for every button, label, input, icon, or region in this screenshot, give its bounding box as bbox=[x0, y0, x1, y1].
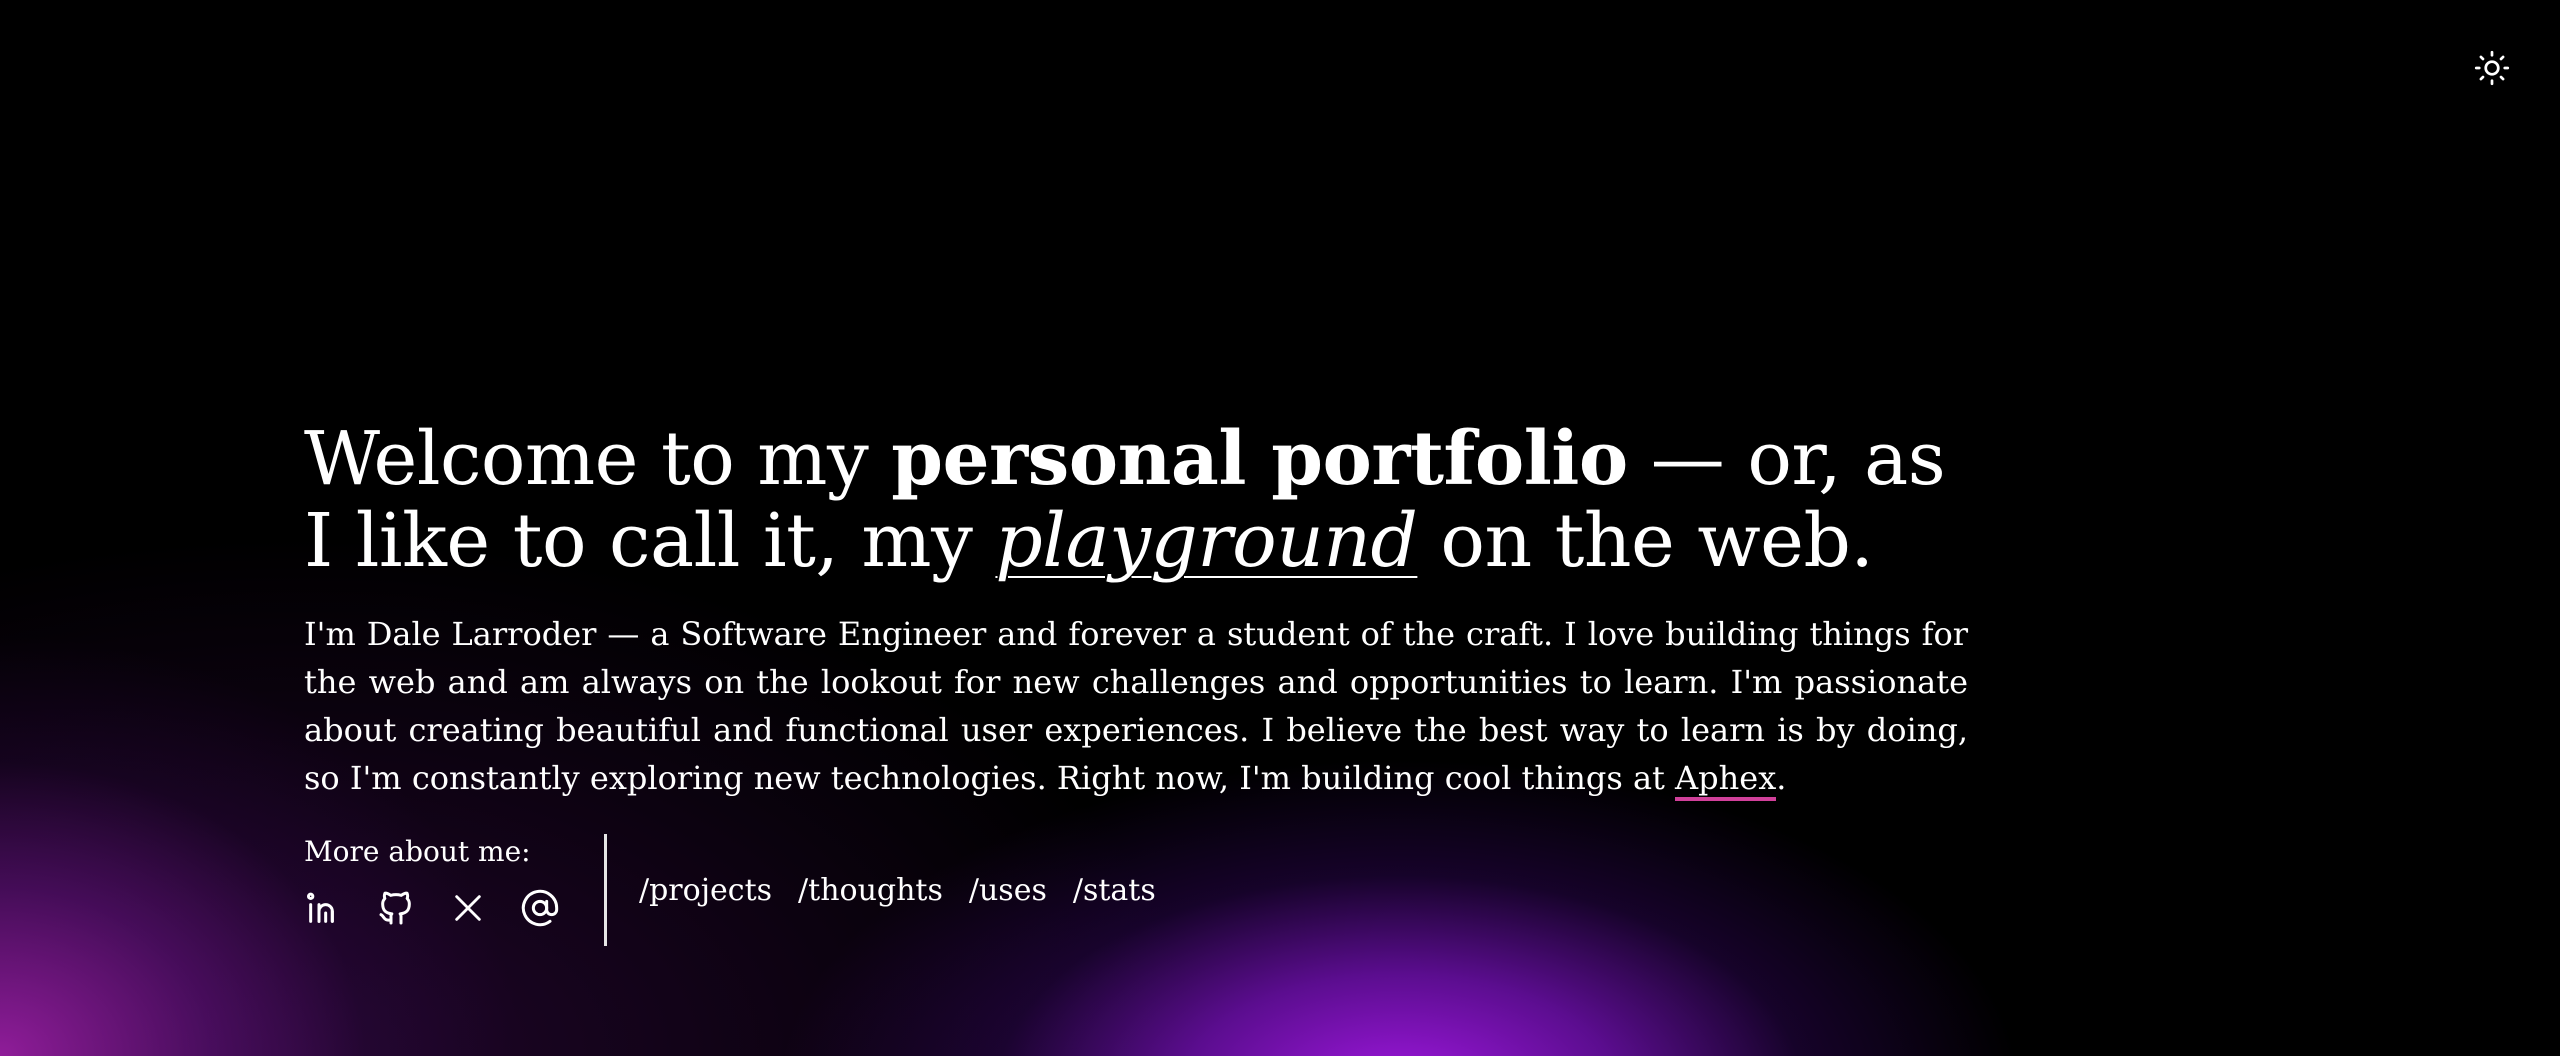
github-icon bbox=[379, 891, 411, 925]
nav-projects-link[interactable]: /projects bbox=[639, 873, 772, 908]
page-nav: /projects /thoughts /uses /stats bbox=[639, 834, 1156, 946]
sun-icon bbox=[2474, 50, 2510, 86]
headline-text-1: Welcome to my bbox=[304, 416, 892, 502]
more-about-section: More about me: bbox=[304, 834, 560, 946]
nav-uses-link[interactable]: /uses bbox=[969, 873, 1047, 908]
bio-end: . bbox=[1776, 759, 1787, 797]
x-link[interactable] bbox=[448, 888, 488, 928]
headline-italic-text: playground bbox=[995, 498, 1418, 584]
intro-section: Welcome to my personal portfolio — or, a… bbox=[304, 418, 1968, 946]
github-link[interactable] bbox=[376, 888, 416, 928]
nav-stats-link[interactable]: /stats bbox=[1073, 873, 1156, 908]
email-link[interactable] bbox=[520, 888, 560, 928]
aphex-link[interactable]: Aphex bbox=[1675, 759, 1777, 801]
bio-paragraph: I'm Dale Larroder — a Software Engineer … bbox=[304, 610, 1968, 802]
x-icon bbox=[455, 895, 481, 921]
social-links bbox=[304, 888, 560, 928]
vertical-divider bbox=[604, 834, 607, 946]
linkedin-icon bbox=[307, 892, 334, 923]
headline-text-3: on the web. bbox=[1417, 498, 1874, 584]
email-at-icon bbox=[521, 889, 559, 927]
more-about-label: More about me: bbox=[304, 835, 531, 868]
nav-thoughts-link[interactable]: /thoughts bbox=[798, 873, 943, 908]
page: Welcome to my personal portfolio — or, a… bbox=[0, 0, 2560, 1056]
headline-bold-text: personal portfolio bbox=[891, 416, 1628, 502]
page-headline: Welcome to my personal portfolio — or, a… bbox=[304, 418, 1968, 582]
links-row: More about me: /projects /thoughts /uses… bbox=[304, 834, 1968, 946]
theme-toggle-button[interactable] bbox=[2472, 48, 2512, 88]
linkedin-link[interactable] bbox=[304, 888, 344, 928]
